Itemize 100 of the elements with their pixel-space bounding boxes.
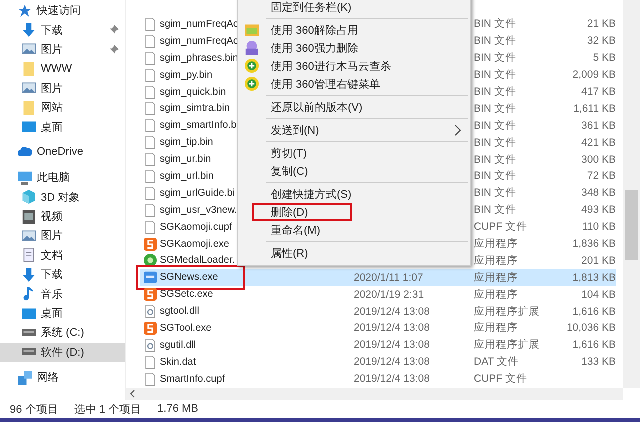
size-cell-text: 2,009 KB [572,69,616,82]
sidebar-item[interactable]: OneDrive [0,142,125,162]
size-cell-text: 361 KB [580,120,616,132]
selection-count: 选中 1 个项目 [74,402,142,416]
type-cell-text: CUPF 文件 [473,372,528,386]
type-cell-text: BIN 文件 [473,118,518,133]
window-icon [144,271,157,284]
menu-item[interactable]: 复制(C) [238,162,470,180]
sidebar-item[interactable]: 图片 [0,40,125,60]
menu-item[interactable]: 创建快捷方式(S) [238,185,470,203]
size-cell-text: 21 KB [586,18,616,30]
menu-item[interactable]: 使用 360进行木马云查杀 [238,57,470,75]
file-name: Skin.dat [160,356,196,368]
sidebar-item[interactable]: 视频 [0,206,125,226]
file-name: sgim_tip.bin [160,137,214,148]
menu-item[interactable]: 发送到(N) [238,121,470,139]
sidebar-item[interactable]: 系统 (C:) [0,323,125,343]
menu-item[interactable]: 使用 360强力删除 [238,39,470,57]
size-cell-text: 201 KB [580,254,616,267]
menu-item[interactable]: 使用 360解除占用 [238,21,470,39]
cloud-icon [18,145,32,160]
sidebar-item[interactable]: 3D 对象 [0,188,125,207]
horizontal-scrollbar[interactable] [126,388,623,400]
size-cell-text: 421 KB [580,136,616,149]
sidebar-item[interactable]: 下载 [0,265,125,284]
folder-icon [22,62,36,76]
ring-icon [144,254,157,268]
file-name: sgim_phrases.bin [160,52,238,64]
bin-icon [245,41,259,55]
type-cell-text: BIN 文件 [473,51,518,66]
size-cell-text: 72 KB [586,170,616,182]
type-cell-text: 应用程序 [473,321,519,336]
menu-item[interactable]: 删除(D) [252,203,352,221]
size-cell-text: 300 KB [580,154,616,166]
menu-item[interactable]: 固定到任务栏(K) [238,0,470,16]
sidebar-item[interactable]: 音乐 [0,284,125,304]
menu-item[interactable]: 重命名(M) [238,221,470,239]
file-name: SGNews.exe [160,272,218,284]
letter-icon [144,238,157,251]
file-name: SGTool.exe [160,322,212,334]
file-icon [144,136,157,150]
scrollbar[interactable] [623,0,640,388]
sidebar-item[interactable]: 网络 [0,368,125,388]
date-cell-text: 2020/1/11 1:07 [353,272,424,284]
sidebar-item[interactable]: 文档 [0,246,125,266]
type-cell-text: 应用程序扩展 [473,304,541,319]
file-icon [144,170,157,183]
file-name: sgim_simtra.bin [160,103,230,114]
menu-item[interactable]: 还原以前的版本(V) [238,98,470,116]
sidebar-item[interactable]: 网站 [0,98,125,118]
sidebar-item[interactable]: 图片 [0,226,125,246]
type-cell-text: BIN 文件 [473,85,518,99]
sidebar-item[interactable]: 软件 (D:) [0,342,125,362]
size-cell-text: 493 KB [580,204,616,216]
sidebar-item[interactable]: 图片 [0,78,125,98]
size-cell-text: 5 KB [592,52,616,64]
download-icon [22,268,36,282]
pictures-icon [22,42,36,56]
type-cell-text: BIN 文件 [473,34,518,48]
type-cell-text: 应用程序扩展 [473,338,541,352]
size-cell-text: 1,836 KB [572,238,616,250]
download-icon [22,23,36,38]
type-cell-text: 应用程序 [473,270,519,285]
shield-icon [245,77,259,91]
size-cell-text: 1,813 KB [572,272,616,284]
file-name: SGMedalLoader. [160,255,236,266]
menu-item[interactable]: 剪切(T) [238,144,470,162]
file-name: sgutil.dll [160,340,196,351]
gear-file-icon [144,305,157,318]
sidebar-item[interactable]: 桌面 [0,304,125,324]
shield-icon [245,59,259,73]
sidebar-item[interactable]: WWW [0,59,125,79]
size-cell-text: 32 KB [586,35,616,48]
size-cell-text: 110 KB [581,221,616,234]
file-icon [144,34,157,48]
size-cell-text: 348 KB [580,187,616,200]
sidebar-item[interactable]: 此电脑 [0,168,125,188]
video-icon [22,210,36,224]
sidebar-item[interactable]: 桌面 [0,117,125,137]
file-icon [144,204,157,217]
letter-icon [144,288,157,302]
type-cell-text: 应用程序 [473,254,519,268]
file-icon [144,356,157,369]
file-name: sgim_numFreqAc [160,36,238,47]
file-icon [144,220,157,234]
menu-item[interactable]: 属性(R) [238,244,470,262]
scroll-left-icon[interactable] [130,390,135,398]
menu-item[interactable]: 使用 360管理右键菜单 [238,75,470,93]
file-icon [144,119,157,132]
date-cell-text: 2020/1/19 2:31 [353,288,426,301]
network-icon [18,370,32,385]
file-icon [144,186,157,200]
type-cell-text: 应用程序 [473,288,519,302]
selection-size: 1.76 MB [158,403,198,415]
type-cell-text: BIN 文件 [473,68,518,82]
file-name: sgim_url.bin [160,170,214,182]
sidebar-item[interactable]: 下载 [0,20,125,40]
file-icon [144,86,157,98]
sidebar-item[interactable]: 快速访问 [0,1,125,20]
document-icon [22,248,36,262]
